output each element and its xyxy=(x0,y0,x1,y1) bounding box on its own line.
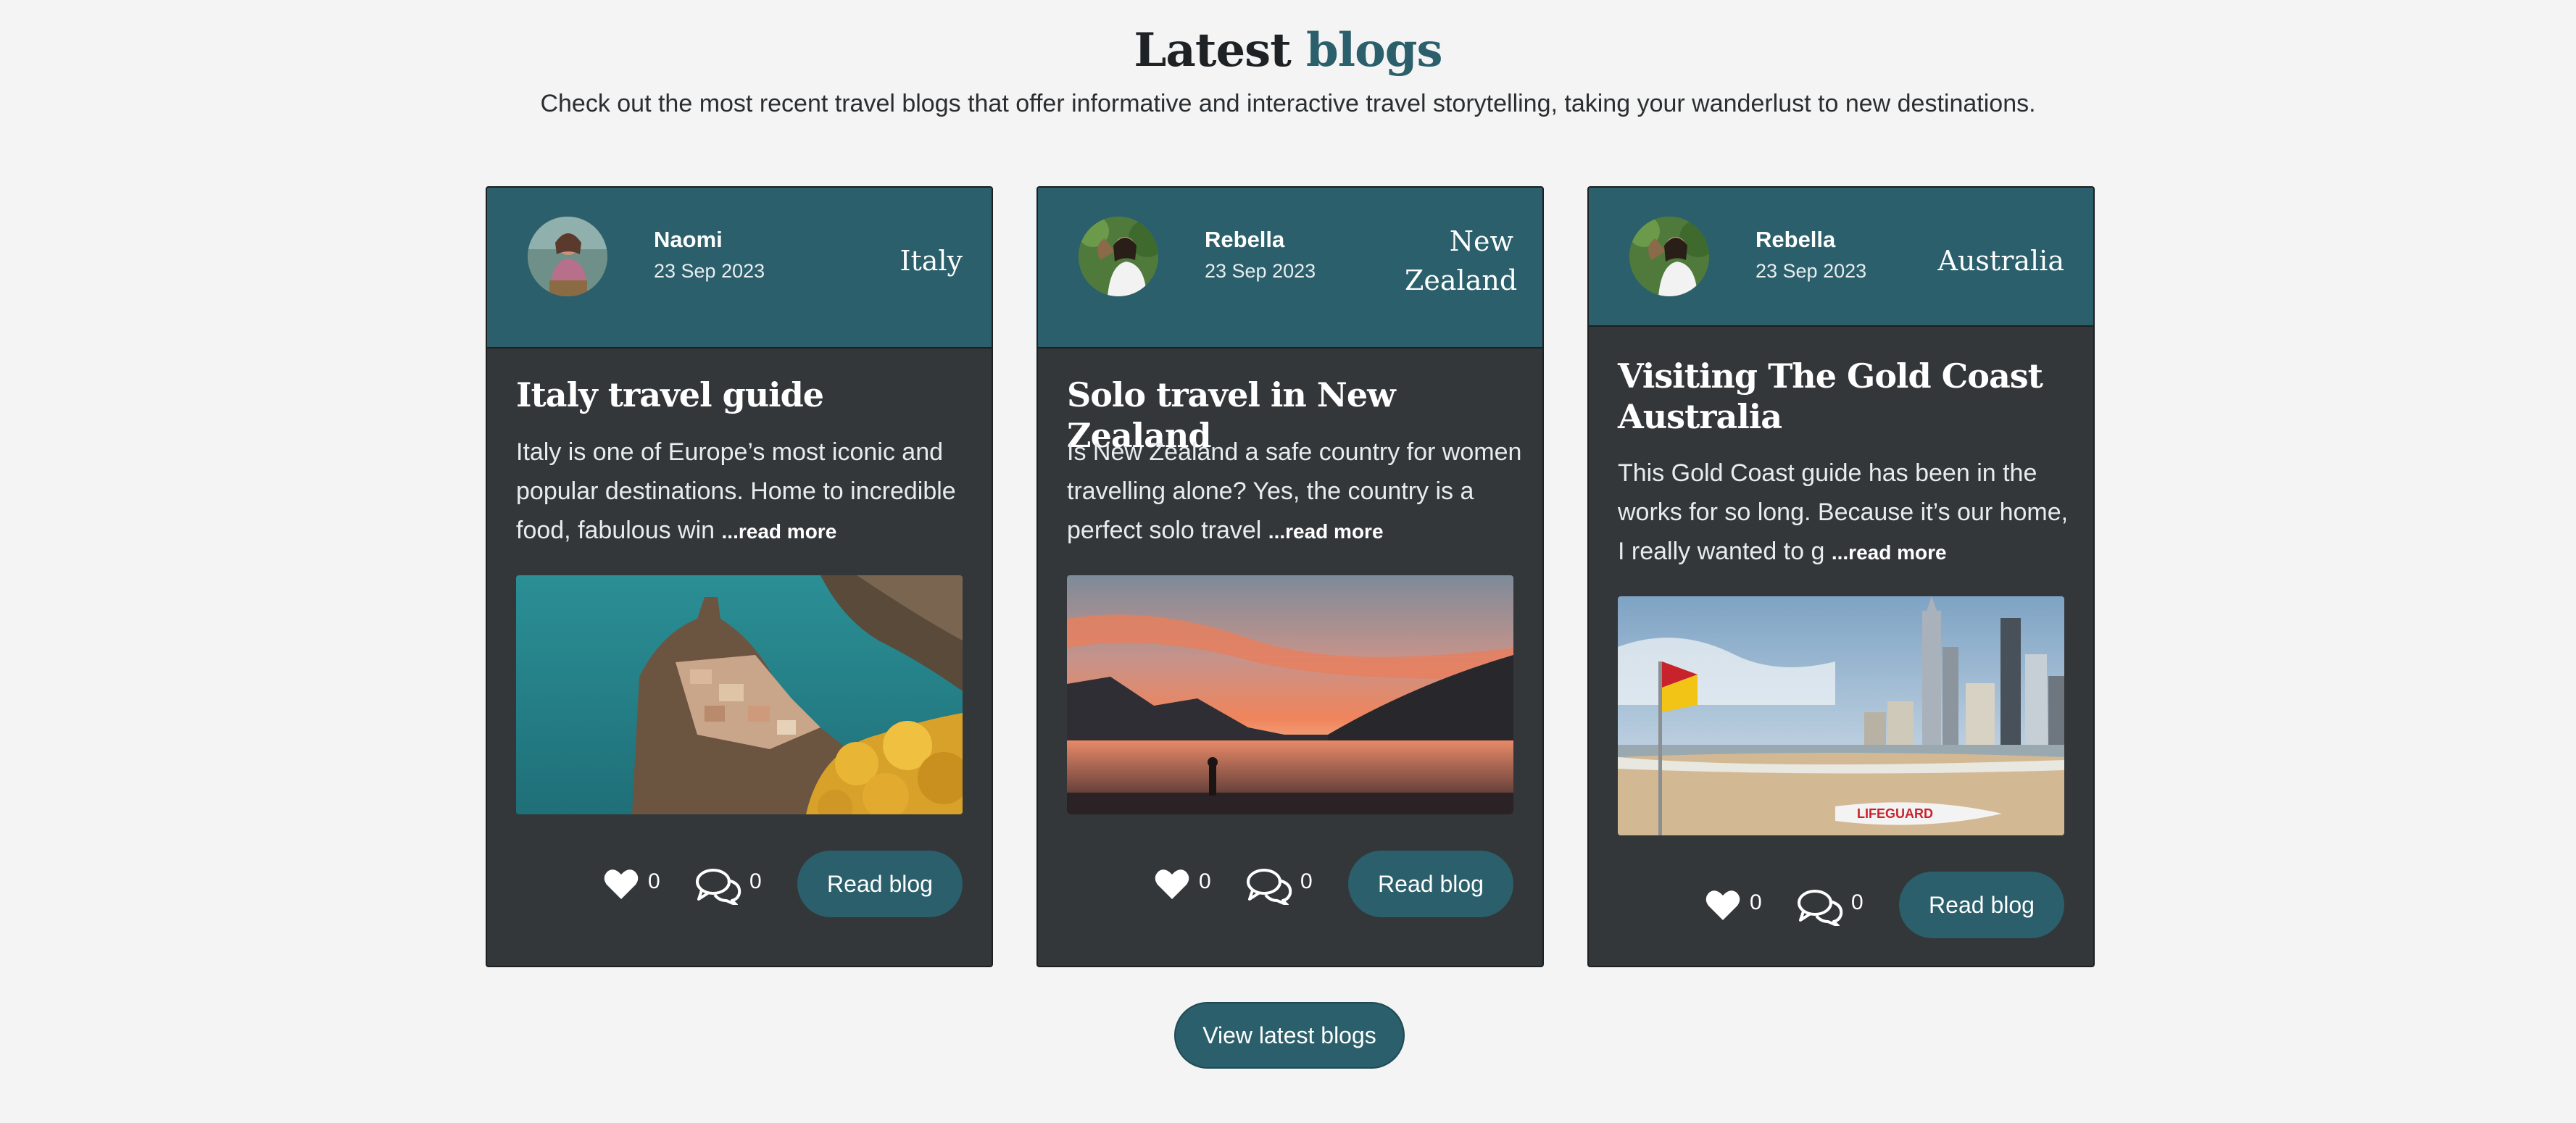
author-name: Naomi xyxy=(654,227,723,252)
heart-icon[interactable] xyxy=(1154,867,1190,901)
like-count: 0 xyxy=(648,869,660,893)
card-header: Naomi 23 Sep 2023 Italy xyxy=(487,188,992,348)
comment-count: 0 xyxy=(1851,890,1864,914)
read-more-link[interactable]: ...read more xyxy=(1268,520,1384,543)
card-actions: 0 0 Read blog xyxy=(487,851,992,917)
author-avatar xyxy=(528,217,607,296)
heart-icon[interactable] xyxy=(603,867,639,901)
latest-blogs-section: Latest blogs Check out the most recent t… xyxy=(0,0,2576,1123)
blog-image-cinque-terre xyxy=(516,575,963,814)
section-title-main: Latest xyxy=(1134,23,1291,78)
post-date: 23 Sep 2023 xyxy=(1205,260,1316,282)
read-more-link[interactable]: ...read more xyxy=(1832,541,1947,564)
view-latest-blogs-button[interactable]: View latest blogs xyxy=(1174,1002,1405,1069)
comments-icon[interactable] xyxy=(694,867,742,905)
blog-excerpt: This Gold Coast guide has been in the wo… xyxy=(1618,454,2074,572)
blog-image-gold-coast-beach: LIFEGUARD xyxy=(1618,596,2064,835)
blog-card-new-zealand: Rebella 23 Sep 2023 New Zealand Solo tra… xyxy=(1036,186,1544,967)
read-blog-button[interactable]: Read blog xyxy=(1348,851,1513,917)
read-more-link[interactable]: ...read more xyxy=(722,520,837,543)
comments-icon[interactable] xyxy=(1796,888,1844,926)
read-blog-button[interactable]: Read blog xyxy=(1899,872,2064,938)
post-date: 23 Sep 2023 xyxy=(1756,260,1867,282)
blog-card-list: Naomi 23 Sep 2023 Italy Italy travel gui… xyxy=(486,186,2095,969)
section-title-accent: blogs xyxy=(1306,23,1443,78)
location-label: New Zealand xyxy=(1405,225,1518,296)
heart-icon[interactable] xyxy=(1705,888,1741,922)
blog-image-lake-sunset xyxy=(1067,575,1513,814)
surfboard-text: LIFEGUARD xyxy=(1857,806,1933,821)
author-avatar xyxy=(1629,217,1709,296)
blog-excerpt: Is New Zealand a safe country for women … xyxy=(1067,433,1524,551)
card-header: Rebella 23 Sep 2023 Australia xyxy=(1589,188,2093,327)
author-avatar xyxy=(1079,217,1158,296)
blog-card-australia: Rebella 23 Sep 2023 Australia Visiting T… xyxy=(1587,186,2095,967)
author-name: Rebella xyxy=(1756,227,1836,252)
read-blog-button[interactable]: Read blog xyxy=(797,851,963,917)
comment-count: 0 xyxy=(749,869,762,893)
author-name: Rebella xyxy=(1205,227,1285,252)
blog-title: Italy travel guide xyxy=(516,375,824,414)
card-actions: 0 0 Read blog xyxy=(1589,872,2093,938)
location-label: Italy xyxy=(899,245,963,277)
like-count: 0 xyxy=(1199,869,1211,893)
section-title: Latest blogs xyxy=(0,23,2576,78)
post-date: 23 Sep 2023 xyxy=(654,260,765,282)
comments-icon[interactable] xyxy=(1245,867,1293,905)
section-subtitle: Check out the most recent travel blogs t… xyxy=(540,90,2036,117)
comment-count: 0 xyxy=(1300,869,1313,893)
like-count: 0 xyxy=(1750,890,1762,914)
location-label: Australia xyxy=(1937,245,2064,277)
blog-title: Visiting The Gold Coast Australia xyxy=(1618,356,2043,436)
card-actions: 0 0 Read blog xyxy=(1038,851,1542,917)
blog-card-italy: Naomi 23 Sep 2023 Italy Italy travel gui… xyxy=(486,186,993,967)
card-header: Rebella 23 Sep 2023 New Zealand xyxy=(1038,188,1542,348)
blog-excerpt: Italy is one of Europe’s most iconic and… xyxy=(516,433,973,551)
